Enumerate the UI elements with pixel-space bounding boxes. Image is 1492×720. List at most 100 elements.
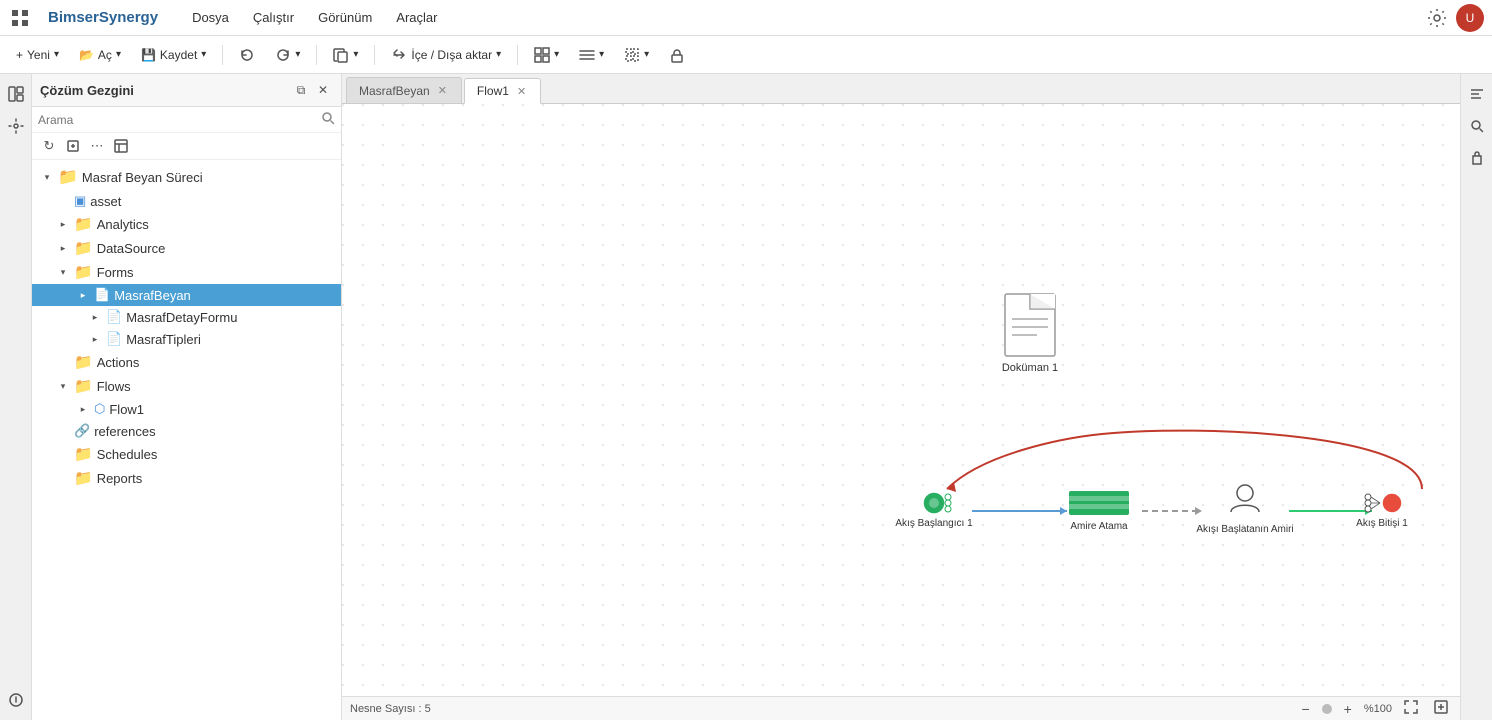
layout-button[interactable]: ▾	[571, 43, 612, 67]
explorer-refresh-btn[interactable]: ↻	[38, 135, 60, 157]
tree-expand-root[interactable]: ▾	[40, 170, 54, 184]
tab-masrafbeyan-label: MasrafBeyan	[359, 84, 430, 98]
fit-view-button[interactable]	[1400, 700, 1422, 717]
toolbar: + Yeni ▾ 📂 Aç ▾ 💾 Kaydet ▾ ▾ ▾	[0, 36, 1492, 74]
tab-flow1[interactable]: Flow1 ✕	[464, 78, 541, 104]
left-side-icons	[0, 74, 32, 720]
tree-root[interactable]: ▾ 📁 Masraf Beyan Süreci	[32, 164, 341, 190]
tree-label-flow1: Flow1	[109, 402, 144, 417]
tree-expand-analytics[interactable]: ▸	[56, 217, 70, 231]
lock-button[interactable]	[661, 43, 693, 67]
tree-label-schedules: Schedules	[97, 447, 158, 462]
right-icon-search[interactable]	[1465, 114, 1489, 138]
tree-expand-masrafbeyan[interactable]: ▸	[76, 288, 90, 302]
tree-item-schedules[interactable]: ▸ 📁 Schedules	[32, 442, 341, 466]
user-avatar[interactable]: U	[1456, 4, 1484, 32]
tree-label-datasource: DataSource	[97, 241, 166, 256]
fullscreen-button[interactable]	[1430, 700, 1452, 717]
app-grid-icon[interactable]	[8, 6, 32, 30]
explorer-close-btn[interactable]: ✕	[313, 80, 333, 100]
sep4	[517, 45, 518, 65]
explorer-add-btn[interactable]	[62, 135, 84, 157]
open-button[interactable]: 📂 Aç ▾	[71, 44, 129, 66]
node-task1: Amire Atama	[1069, 491, 1129, 532]
side-icon-explorer[interactable]	[4, 82, 28, 106]
right-icon-info[interactable]	[1465, 146, 1489, 170]
tree-item-flow1[interactable]: ▸ ⬡ Flow1	[32, 398, 341, 420]
tab-masrafbeyan-close[interactable]: ✕	[436, 83, 449, 98]
tree-label-masraftipleri: MasrafTipleri	[126, 332, 201, 347]
menu-araclar[interactable]: Araçlar	[386, 6, 447, 29]
tree-label-masrafbeyan: MasrafBeyan	[114, 288, 191, 303]
top-menu: Dosya Çalıştır Görünüm Araçlar	[182, 6, 447, 29]
explorer-title: Çözüm Gezgini	[40, 83, 287, 98]
canvas[interactable]: Doküman 1	[342, 104, 1460, 696]
tree-item-forms[interactable]: ▾ 📁 Forms	[32, 260, 341, 284]
object-count: Nesne Sayısı : 5	[350, 703, 431, 715]
svg-text:Akışı Başlatanın Amiri: Akışı Başlatanın Amiri	[1196, 524, 1293, 535]
explorer-search-bar	[32, 107, 341, 133]
tree-expand-masrafdetayformu[interactable]: ▸	[88, 310, 102, 324]
tree-expand-flows[interactable]: ▾	[56, 379, 70, 393]
side-icon-bottom[interactable]	[4, 688, 28, 712]
explorer-more-btn[interactable]: ⋯	[86, 135, 108, 157]
tree-label-analytics: Analytics	[97, 217, 149, 232]
tab-masrafbeyan[interactable]: MasrafBeyan ✕	[346, 77, 462, 103]
top-right: U	[1426, 4, 1484, 32]
tree-label-flows: Flows	[97, 379, 131, 394]
explorer-header: Çözüm Gezgini ⧉ ✕	[32, 74, 341, 107]
redo-button[interactable]: ▾	[267, 43, 308, 67]
explorer-search-input[interactable]	[38, 113, 317, 127]
tree-item-asset[interactable]: ▸ ▣ asset	[32, 190, 341, 212]
search-icon[interactable]	[321, 111, 335, 128]
svg-text:Amire Atama: Amire Atama	[1070, 521, 1128, 532]
tree-label-reports: Reports	[97, 471, 143, 486]
right-side-icons	[1460, 74, 1492, 720]
right-icon-properties[interactable]	[1465, 82, 1489, 106]
tree-expand-masraftipleri[interactable]: ▸	[88, 332, 102, 346]
explorer-toolbar: ↻ ⋯	[32, 133, 341, 160]
explorer-view-btn[interactable]	[110, 135, 132, 157]
settings-icon[interactable]	[1426, 7, 1448, 29]
menu-calistir[interactable]: Çalıştır	[243, 6, 304, 29]
explorer-header-buttons: ⧉ ✕	[291, 80, 333, 100]
save-button[interactable]: 💾 Kaydet ▾	[133, 44, 214, 66]
main-area: Çözüm Gezgini ⧉ ✕ ↻ ⋯	[0, 74, 1492, 720]
explorer-restore-btn[interactable]: ⧉	[291, 80, 311, 100]
menu-gorunum[interactable]: Görünüm	[308, 6, 382, 29]
grid-button[interactable]: ▾	[526, 43, 567, 67]
tree-item-references[interactable]: ▸ 🔗 references	[32, 420, 341, 442]
tree-item-actions[interactable]: ▸ 📁 Actions	[32, 350, 341, 374]
tree-item-masrafdetayformu[interactable]: ▸ 📄 MasrafDetayFormu	[32, 306, 341, 328]
sep2	[316, 45, 317, 65]
group-button[interactable]: ▾	[616, 43, 657, 67]
new-button[interactable]: + Yeni ▾	[8, 44, 67, 66]
explorer-panel: Çözüm Gezgini ⧉ ✕ ↻ ⋯	[32, 74, 342, 720]
copy-button[interactable]: ▾	[325, 43, 366, 67]
tree-item-masraftipleri[interactable]: ▸ 📄 MasrafTipleri	[32, 328, 341, 350]
tree-item-reports[interactable]: ▸ 📁 Reports	[32, 466, 341, 490]
tree-item-flows[interactable]: ▾ 📁 Flows	[32, 374, 341, 398]
top-bar: BimserSynergy Dosya Çalıştır Görünüm Ara…	[0, 0, 1492, 36]
svg-text:Akış Başlangıcı 1: Akış Başlangıcı 1	[895, 518, 973, 529]
menu-dosya[interactable]: Dosya	[182, 6, 239, 29]
tree-item-datasource[interactable]: ▸ 📁 DataSource	[32, 236, 341, 260]
content-area: MasrafBeyan ✕ Flow1 ✕	[342, 74, 1460, 720]
side-icon-settings[interactable]	[4, 114, 28, 138]
tab-flow1-close[interactable]: ✕	[515, 84, 528, 99]
tree-expand-flow1[interactable]: ▸	[76, 402, 90, 416]
tree-label-actions: Actions	[97, 355, 140, 370]
undo-button[interactable]	[231, 43, 263, 67]
import-export-button[interactable]: İçe / Dışa aktar ▾	[383, 43, 509, 67]
zoom-in-button[interactable]: +	[1340, 701, 1356, 717]
tabs-bar: MasrafBeyan ✕ Flow1 ✕	[342, 74, 1460, 104]
tree-expand-datasource[interactable]: ▸	[56, 241, 70, 255]
zoom-out-button[interactable]: −	[1297, 701, 1313, 717]
tab-flow1-label: Flow1	[477, 84, 509, 98]
tree-expand-forms[interactable]: ▾	[56, 265, 70, 279]
sep1	[222, 45, 223, 65]
zoom-level: %100	[1364, 703, 1392, 715]
tree-item-analytics[interactable]: ▸ 📁 Analytics	[32, 212, 341, 236]
tree-item-masrafbeyan[interactable]: ▸ 📄 MasrafBeyan	[32, 284, 341, 306]
flow-diagram: Doküman 1	[342, 104, 1460, 696]
